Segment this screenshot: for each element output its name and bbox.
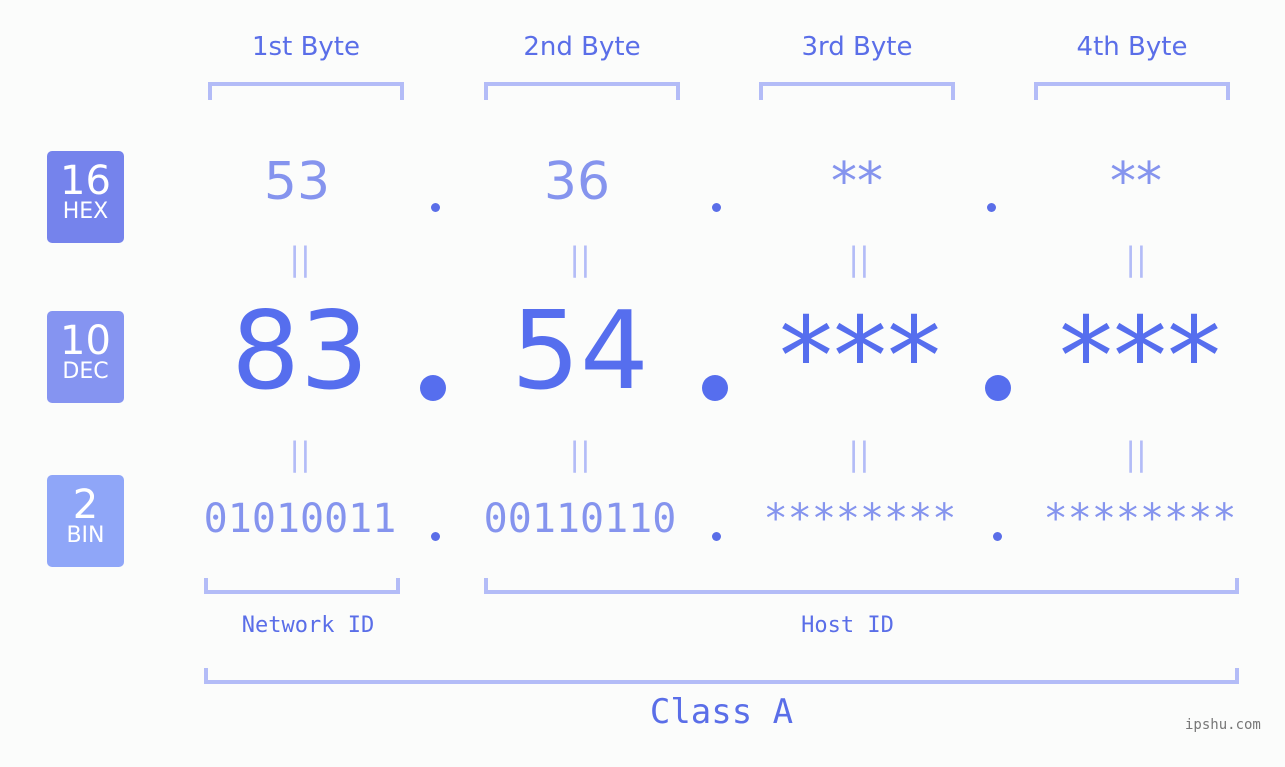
- equals-dec-bin-1: ||: [289, 435, 311, 473]
- byte-header-2: 2nd Byte: [523, 32, 641, 62]
- dec-dot-2: [702, 375, 728, 401]
- host-id-label: Host ID: [801, 613, 894, 638]
- hex-badge-base: 16: [60, 158, 111, 204]
- equals-hex-dec-1: ||: [289, 240, 311, 278]
- byte-header-1: 1st Byte: [252, 32, 360, 62]
- dec-value-2: 54: [511, 289, 649, 414]
- class-label: Class A: [649, 692, 794, 732]
- host-id-bracket: [484, 578, 1239, 594]
- bin-dot-2: [712, 532, 721, 541]
- equals-dec-bin-4: ||: [1125, 435, 1147, 473]
- hex-value-2: 36: [543, 152, 611, 212]
- equals-dec-bin-3: ||: [848, 435, 870, 473]
- dec-value-3: ***: [779, 295, 941, 420]
- byte-bracket-2: [484, 82, 680, 100]
- hex-dot-3: [987, 203, 996, 212]
- equals-dec-bin-2: ||: [569, 435, 591, 473]
- class-bracket: [204, 668, 1239, 684]
- dec-value-4: ***: [1059, 295, 1221, 420]
- bin-value-4: ********: [1043, 496, 1237, 542]
- bin-badge-label: BIN: [66, 523, 105, 548]
- network-id-label: Network ID: [241, 613, 375, 638]
- byte-bracket-4: [1034, 82, 1230, 100]
- dec-dot-3: [985, 375, 1011, 401]
- byte-bracket-1: [208, 82, 404, 100]
- bin-dot-3: [993, 532, 1002, 541]
- hex-badge-label: HEX: [62, 199, 109, 224]
- dec-dot-1: [420, 375, 446, 401]
- equals-hex-dec-4: ||: [1125, 240, 1147, 278]
- equals-hex-dec-2: ||: [569, 240, 591, 278]
- bin-value-3: ********: [763, 496, 957, 542]
- hex-value-1: 53: [263, 152, 331, 212]
- dec-value-1: 83: [231, 289, 369, 414]
- byte-bracket-3: [759, 82, 955, 100]
- bin-value-2: 00110110: [483, 496, 677, 542]
- bin-value-1: 01010011: [203, 496, 397, 542]
- dec-badge: 10 DEC: [47, 311, 124, 403]
- equals-hex-dec-3: ||: [848, 240, 870, 278]
- hex-value-3: **: [831, 152, 883, 212]
- hex-value-4: **: [1110, 152, 1162, 212]
- dec-badge-base: 10: [60, 318, 111, 364]
- hex-dot-2: [712, 203, 721, 212]
- bin-badge-base: 2: [72, 482, 99, 528]
- network-id-bracket: [204, 578, 400, 594]
- hex-dot-1: [431, 203, 440, 212]
- dec-badge-label: DEC: [62, 359, 109, 384]
- byte-header-4: 4th Byte: [1076, 32, 1188, 62]
- bin-dot-1: [431, 532, 440, 541]
- byte-header-3: 3rd Byte: [801, 32, 913, 62]
- bin-badge: 2 BIN: [47, 475, 124, 567]
- hex-badge: 16 HEX: [47, 151, 124, 243]
- watermark: ipshu.com: [1185, 717, 1261, 733]
